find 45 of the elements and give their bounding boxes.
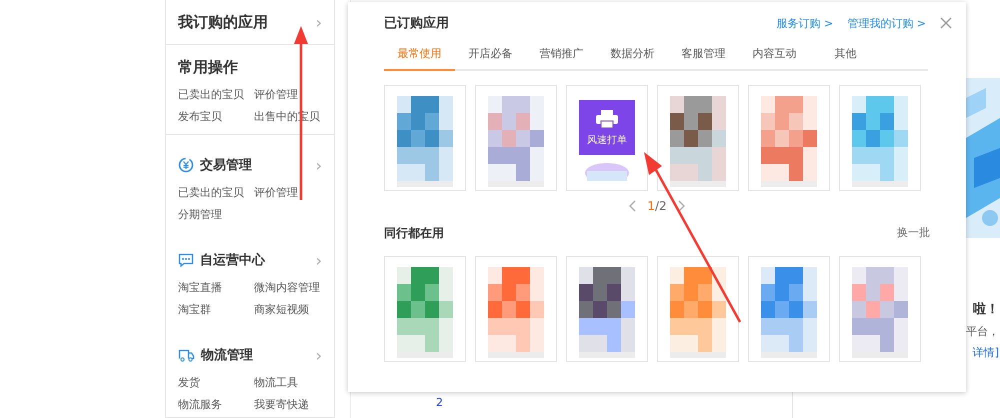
header-link[interactable]: 管理我的订购 >	[847, 16, 926, 30]
section-title: 自运营中心	[200, 252, 266, 269]
sidebar-title[interactable]: 我订购的应用	[178, 12, 268, 32]
category-tab[interactable]: 数据分析	[597, 40, 668, 71]
header-link[interactable]: 服务订购 >	[776, 16, 834, 30]
app-label: 风速打单	[587, 134, 627, 146]
next-icon[interactable]	[676, 200, 685, 212]
printer-icon	[595, 108, 619, 128]
sidebar-link[interactable]: 我要寄快递	[254, 397, 330, 412]
previous-icon[interactable]	[629, 200, 638, 212]
sidebar-link[interactable]: 物流服务	[178, 397, 254, 412]
sidebar-link[interactable]: 淘宝群	[178, 302, 254, 317]
refresh-link[interactable]: 换一批	[897, 225, 930, 242]
sidebar-link[interactable]: 已卖出的宝贝	[178, 87, 254, 102]
sidebar-link[interactable]: 发布宝贝	[178, 109, 254, 124]
section-title: 同行都在用	[384, 225, 444, 242]
sidebar-link[interactable]: 物流工具	[254, 375, 330, 390]
popup-title: 已订购应用	[384, 14, 450, 32]
category-tab[interactable]: 内容互动	[739, 40, 810, 71]
section-title: 物流管理	[201, 346, 254, 364]
close-icon[interactable]	[940, 17, 952, 29]
sidebar-link[interactable]: 评价管理	[254, 185, 330, 200]
app-tile[interactable]: 风速打单	[566, 85, 648, 191]
sidebar-link[interactable]: 商家短视频	[254, 302, 330, 317]
page-indicator: 1/2	[647, 199, 667, 213]
section-title: 常用操作	[178, 58, 239, 76]
details-link[interactable]: 详情]	[972, 345, 999, 360]
category-tab[interactable]: 开店必备	[455, 40, 526, 71]
sidebar-link[interactable]: 微淘内容管理	[254, 280, 330, 295]
sidebar-link[interactable]: 发货	[178, 375, 254, 390]
category-tab[interactable]: 其他	[810, 40, 881, 71]
sidebar-link[interactable]: 分期管理	[178, 207, 254, 222]
sidebar-link[interactable]: 淘宝直播	[178, 280, 254, 295]
category-tab[interactable]: 营销推广	[526, 40, 597, 71]
sidebar-link[interactable]: 已卖出的宝贝	[178, 185, 254, 200]
sidebar-link[interactable]: 评价管理	[254, 87, 330, 102]
notice-text: 平台，	[966, 324, 999, 339]
notice-text: 啦！	[973, 301, 999, 318]
truck-icon	[178, 347, 195, 363]
yuan-icon	[178, 157, 194, 173]
category-tab[interactable]: 客服管理	[668, 40, 739, 71]
app-icon[interactable]: 风速打单	[579, 100, 635, 155]
stat-value: 2	[436, 396, 443, 409]
chat-icon	[178, 252, 194, 268]
section-title: 交易管理	[200, 156, 253, 174]
